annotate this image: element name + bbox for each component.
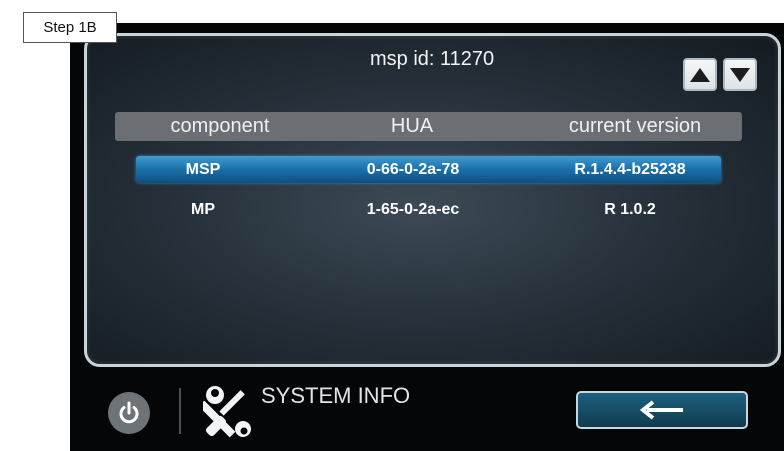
header-current-version: current version (568, 115, 702, 137)
cell-version: R.1.4.4-b25238 (574, 161, 686, 178)
step-label: Step 1B (23, 12, 117, 43)
tools-icon (203, 386, 251, 438)
power-button[interactable] (108, 392, 150, 434)
cell-component: MSP (185, 161, 221, 178)
scroll-up-button[interactable] (683, 58, 717, 91)
header-hua: HUA (390, 115, 434, 137)
arrow-left-icon (639, 400, 683, 420)
cell-component[interactable]: MP (168, 196, 238, 223)
msp-id-text: msp id: 11270 (370, 48, 495, 70)
triangle-up-icon (690, 67, 710, 82)
header-component: component (170, 115, 270, 137)
system-info-title: SYSTEM INFO (261, 383, 411, 408)
footer-divider (179, 388, 181, 434)
back-button[interactable] (576, 391, 748, 429)
cell-hua: 0-66-0-2a-78 (366, 161, 460, 178)
power-icon (119, 401, 139, 424)
cell-hua[interactable]: 1-65-0-2a-ec (333, 196, 493, 223)
cell-version[interactable]: R 1.0.2 (540, 196, 720, 223)
triangle-down-icon (730, 67, 750, 82)
scroll-down-button[interactable] (723, 58, 757, 91)
